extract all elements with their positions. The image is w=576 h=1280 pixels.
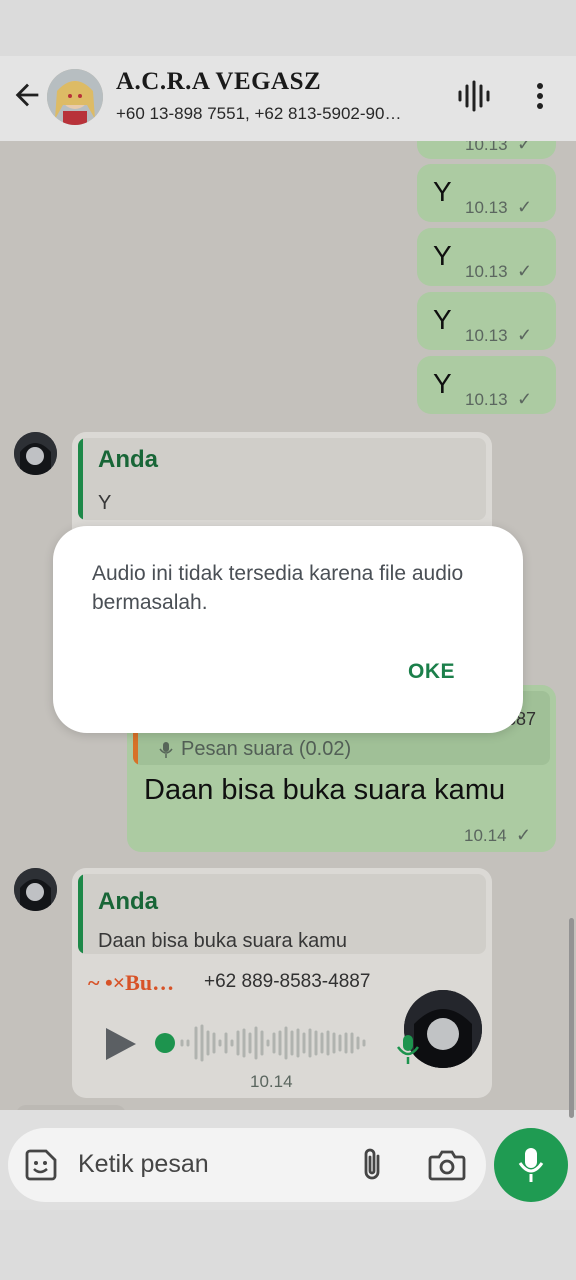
message-input[interactable]: Ketik pesan: [78, 1150, 209, 1179]
paperclip-icon[interactable]: [358, 1146, 386, 1184]
record-voice-button[interactable]: [494, 1128, 568, 1202]
ok-button[interactable]: OKE: [408, 660, 455, 684]
navigation-bar: [0, 1210, 576, 1280]
camera-icon[interactable]: [428, 1148, 466, 1182]
dialog-message: Audio ini tidak tersedia karena file aud…: [92, 562, 464, 614]
mic-icon: [518, 1148, 544, 1182]
message-composer[interactable]: Ketik pesan: [8, 1128, 486, 1202]
error-dialog: Audio ini tidak tersedia karena file aud…: [53, 526, 523, 733]
sticker-icon[interactable]: [24, 1148, 58, 1182]
